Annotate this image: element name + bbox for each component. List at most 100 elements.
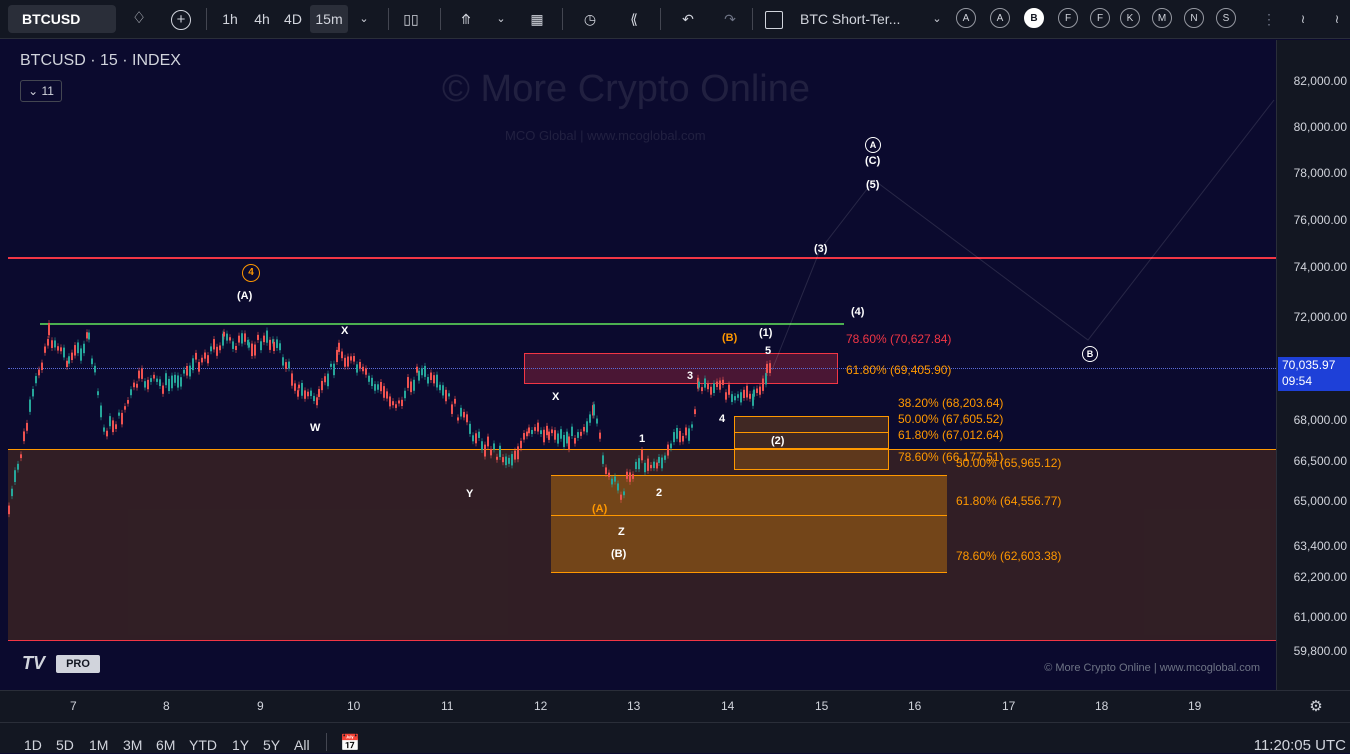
date-tick: 14 <box>721 699 735 713</box>
date-tick: 19 <box>1188 699 1202 713</box>
axis-settings-gear-icon[interactable]: ⚙ <box>1306 697 1326 717</box>
timeframe-4d[interactable]: 4D <box>279 5 307 33</box>
date-tick: 8 <box>163 699 170 713</box>
wave-label-5[interactable]: 5 <box>765 345 771 357</box>
range-1m-button[interactable]: 1M <box>89 737 108 753</box>
wave-label-circled-b[interactable]: B <box>1082 346 1098 362</box>
wave-label-4[interactable]: 4 <box>719 413 725 425</box>
wave-label-p4[interactable]: (4) <box>851 306 864 318</box>
range-5d-button[interactable]: 5D <box>56 737 74 753</box>
drawing-template-a2-button[interactable]: A <box>990 8 1010 28</box>
range-ytd-button[interactable]: YTD <box>189 737 217 753</box>
wave-label-1[interactable]: 1 <box>639 433 645 445</box>
top-toolbar: BTCUSD ♢ + 1h 4h 4D 15m ⌄ ▯▯ ⤊ ⌄ ▦ ◷ ⟪ ↶… <box>0 0 1350 39</box>
drawing-template-k-button[interactable]: K <box>1120 8 1140 28</box>
chart-pane[interactable]: BTCUSD · 15 · INDEX ⌄ 11 © More Crypto O… <box>8 40 1276 690</box>
plus-circle-icon: + <box>171 10 191 30</box>
layout-grid-icon[interactable]: ▦ <box>526 5 548 33</box>
price-tick: 62,200.00 <box>1293 570 1347 584</box>
replay-icon[interactable]: ⟪ <box>620 5 648 33</box>
range-all-button[interactable]: All <box>294 737 310 753</box>
wave-label-circled-a[interactable]: A <box>865 137 881 153</box>
wave-label-3[interactable]: 3 <box>687 370 693 382</box>
fib-label-38-2: 38.20% (68,203.64) <box>898 396 1004 410</box>
elliott-wave-tool-icon[interactable]: ≀ <box>1290 5 1316 33</box>
wave-label-2[interactable]: 2 <box>656 487 662 499</box>
indicators-chevron-icon[interactable]: ⌄ <box>492 5 510 33</box>
drawing-template-n-button[interactable]: N <box>1184 8 1204 28</box>
price-tick: 66,500.00 <box>1293 454 1347 468</box>
time-axis[interactable]: 7 8 9 10 11 12 13 14 15 16 17 18 19 ⚙ <box>0 690 1350 723</box>
fib-label-61-8-low: 61.80% (64,556.77) <box>956 494 1062 508</box>
alert-add-icon[interactable]: ◷ <box>576 5 604 33</box>
wave-label-circled-4[interactable]: 4 <box>242 264 260 282</box>
watermark-subtitle: MCO Global | www.mcoglobal.com <box>505 128 706 143</box>
price-tick: 59,800.00 <box>1293 644 1347 658</box>
drawing-template-b-button[interactable]: B <box>1024 8 1044 28</box>
drawing-template-s-button[interactable]: S <box>1216 8 1236 28</box>
wave-label-p1[interactable]: (1) <box>759 327 772 339</box>
wave-label-x2[interactable]: X <box>552 391 559 403</box>
price-tick: 68,000.00 <box>1293 413 1347 427</box>
wave-label-pc[interactable]: (C) <box>865 155 880 167</box>
price-tick: 61,000.00 <box>1293 610 1347 624</box>
wave-label-a-orange[interactable]: (A) <box>592 503 607 515</box>
more-dots-icon[interactable]: ⋮ <box>1260 5 1278 33</box>
timeframe-4h[interactable]: 4h <box>248 5 276 33</box>
price-tick: 74,000.00 <box>1293 260 1347 274</box>
watermark-title: © More Crypto Online <box>442 68 811 110</box>
compare-add-button[interactable]: + <box>168 5 194 33</box>
bar-countdown: 09:54 <box>1282 374 1313 388</box>
wave-label-b-white[interactable]: (B) <box>611 548 626 560</box>
layout-chevron-icon[interactable]: ⌄ <box>930 5 944 33</box>
date-tick: 12 <box>534 699 548 713</box>
fib-label-61-8-mid: 61.80% (67,012.64) <box>898 428 1004 442</box>
fib-label-61-8-top: 61.80% (69,405.90) <box>846 363 952 377</box>
drawing-template-a-button[interactable]: A <box>956 8 976 28</box>
layout-name-button[interactable]: BTC Short-Ter... <box>800 5 922 33</box>
wave-label-b-orange[interactable]: (B) <box>722 332 737 344</box>
date-tick: 18 <box>1095 699 1109 713</box>
range-1d-button[interactable]: 1D <box>24 737 42 753</box>
diamond-icon[interactable]: ♢ <box>124 5 154 33</box>
wave-label-p2[interactable]: (2) <box>771 435 784 447</box>
range-6m-button[interactable]: 6M <box>156 737 175 753</box>
price-tick: 72,000.00 <box>1293 310 1347 324</box>
wave-tool-2-icon[interactable]: ≀ <box>1326 5 1348 33</box>
wave-label-a-paren[interactable]: (A) <box>237 290 252 302</box>
tradingview-logo[interactable]: TV PRO <box>22 652 104 676</box>
wave-label-x1[interactable]: X <box>341 325 348 337</box>
calendar-goto-icon[interactable]: 📅 <box>340 733 360 753</box>
wave-label-z[interactable]: Z <box>618 526 625 538</box>
redo-icon[interactable]: ↷ <box>718 5 742 33</box>
symbol-search-button[interactable]: BTCUSD <box>8 5 116 33</box>
price-tick: 76,000.00 <box>1293 213 1347 227</box>
range-3m-button[interactable]: 3M <box>123 737 142 753</box>
indicator-collapse-button[interactable]: ⌄ 11 <box>20 80 62 102</box>
indicators-icon[interactable]: ⤊ <box>452 5 480 33</box>
projection-line-correction <box>873 99 1275 341</box>
range-1y-button[interactable]: 1Y <box>232 737 249 753</box>
date-tick: 15 <box>815 699 829 713</box>
chart-symbol-title: BTCUSD · 15 · INDEX <box>20 52 181 69</box>
wave-label-w[interactable]: W <box>310 422 320 434</box>
drawing-template-f-button[interactable]: F <box>1058 8 1078 28</box>
timeframe-dropdown-chevron-icon[interactable]: ⌄ <box>354 5 374 33</box>
drawing-template-m-button[interactable]: M <box>1152 8 1172 28</box>
drawing-template-f2-button[interactable]: F <box>1090 8 1110 28</box>
wave-label-y[interactable]: Y <box>466 488 473 500</box>
fib-label-50-low: 50.00% (65,965.12) <box>956 456 1062 470</box>
wave-label-p5[interactable]: (5) <box>866 179 879 191</box>
layout-checkbox-icon[interactable] <box>764 5 784 33</box>
price-tick: 80,000.00 <box>1293 120 1347 134</box>
range-5y-button[interactable]: 5Y <box>263 737 280 753</box>
current-price-tag: 70,035.97 09:54 <box>1278 357 1350 391</box>
wave-label-p3[interactable]: (3) <box>814 243 827 255</box>
candles-chart-type-icon[interactable]: ▯▯ <box>398 5 424 33</box>
utc-clock[interactable]: 11:20:05 UTC <box>1254 737 1346 754</box>
timeframe-1h[interactable]: 1h <box>216 5 244 33</box>
timeframe-15m[interactable]: 15m <box>310 5 348 33</box>
undo-icon[interactable]: ↶ <box>676 5 700 33</box>
bottom-bar: 1D 5D 1M 3M 6M YTD 1Y 5Y All 📅 11:20:05 … <box>0 722 1350 754</box>
fib-label-78-6-top: 78.60% (70,627.84) <box>846 332 952 346</box>
